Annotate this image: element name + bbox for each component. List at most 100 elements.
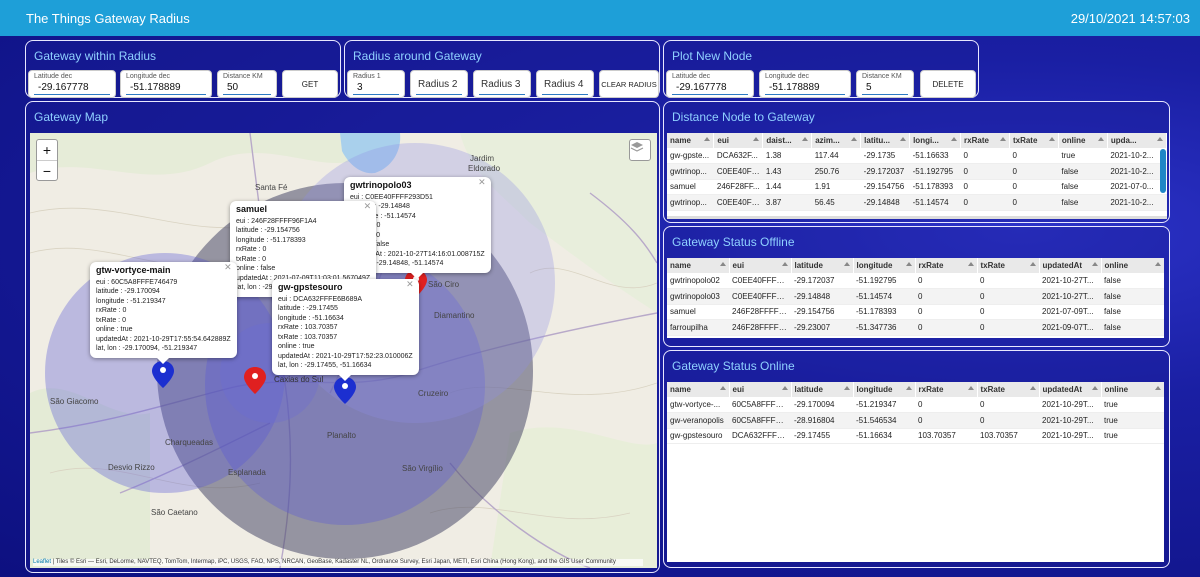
- column-header[interactable]: txRate: [1009, 133, 1059, 148]
- horizontal-scrollbar[interactable]: [667, 216, 1167, 219]
- table-row[interactable]: gwtrinop... C0EE40FF... 1.43 250.76 -29.1720…: [667, 163, 1167, 180]
- table-scrollbar[interactable]: [1160, 149, 1166, 193]
- column-header[interactable]: name: [667, 258, 730, 273]
- layers-control[interactable]: [629, 139, 651, 161]
- column-header[interactable]: longitude: [853, 258, 916, 273]
- node-latitude-field[interactable]: Latitude dec -29.167778: [666, 70, 754, 98]
- column-header[interactable]: online: [1058, 133, 1108, 148]
- table-row[interactable]: samuel 246F28FFFF9... -29.154756 -51.178393…: [667, 304, 1164, 320]
- table-cell: 2021-07-09T...: [1039, 304, 1101, 320]
- column-header[interactable]: updatedAt: [1039, 382, 1102, 397]
- field-label: Radius 1: [353, 73, 381, 80]
- column-header[interactable]: daist...: [762, 133, 813, 148]
- column-header[interactable]: name: [667, 382, 730, 397]
- table-cell: -51.546534: [853, 412, 915, 429]
- table-row[interactable]: gtw-vortyce-... 60C5A8FFFE7... -29.170094-…: [667, 397, 1164, 413]
- table-cell: false: [1058, 179, 1108, 195]
- radius-3-field[interactable]: Radius 3: [473, 70, 531, 98]
- column-header[interactable]: updatedAt: [1039, 258, 1102, 273]
- table-cell: 2021-10-2...: [1107, 194, 1167, 211]
- node-longitude-field[interactable]: Longitude dec -51.178889: [759, 70, 851, 98]
- radius-4-field[interactable]: Radius 4: [536, 70, 594, 98]
- close-icon[interactable]: ✕: [224, 262, 232, 273]
- column-header[interactable]: rxRate: [915, 258, 978, 273]
- popup-gtw-vortyce-main: ✕ gtw-vortyce-main eui : 60C5A8FFFE74647…: [90, 262, 237, 364]
- column-header[interactable]: longi...: [909, 133, 962, 148]
- column-header[interactable]: azim...: [811, 133, 862, 148]
- table-cell: 56.45: [811, 194, 861, 211]
- field-label: Latitude dec: [672, 73, 711, 80]
- table-header-row: name eui latitude longitude rxRate txRate upda…: [667, 382, 1164, 397]
- close-icon[interactable]: ✕: [406, 279, 414, 290]
- radius-2-field[interactable]: Radius 2: [410, 70, 468, 98]
- place-label: São Caetano: [151, 508, 198, 517]
- app-header: The Things Gateway Radius 29/10/2021 14:…: [0, 0, 1200, 36]
- delete-button[interactable]: DELETE: [920, 70, 976, 98]
- place-label: Desvio Rizzo: [108, 463, 155, 472]
- column-header[interactable]: eui: [729, 382, 792, 397]
- table-cell: 103.70357: [915, 428, 977, 444]
- column-header[interactable]: txRate: [977, 258, 1040, 273]
- zoom-out-button[interactable]: −: [37, 160, 57, 180]
- close-icon[interactable]: ✕: [364, 201, 372, 212]
- sort-icon: [1097, 137, 1104, 141]
- gwr-longitude-field[interactable]: Longitude dec -51.178889: [120, 70, 212, 98]
- column-header[interactable]: txRate: [977, 382, 1040, 397]
- place-label: São Virgílio: [402, 464, 443, 473]
- gwr-distance-field[interactable]: Distance KM 50: [217, 70, 277, 98]
- field-value: -51.178889: [130, 82, 181, 93]
- table-row[interactable]: farroupilha 246F28FFFF9... -29.23007 -51.34…: [667, 319, 1164, 336]
- sort-icon: [967, 386, 974, 390]
- column-header[interactable]: rxRate: [915, 382, 978, 397]
- gwr-latitude-field[interactable]: Latitude dec -29.167778: [28, 70, 116, 98]
- column-header[interactable]: longitude: [853, 382, 916, 397]
- table-row[interactable]: samuel 246F28FF... 1.44 1.91 -29.154756 -51.1…: [667, 179, 1167, 195]
- field-placeholder: Radius 2: [418, 79, 458, 90]
- table-row[interactable]: gwtrinop... C0EE40FF... 3.87 56.45 -29.14848…: [667, 194, 1167, 211]
- table-cell: samuel: [667, 304, 729, 320]
- table-cell: 246F28FFFF9...: [729, 304, 791, 320]
- leaflet-link[interactable]: Leaflet: [33, 559, 51, 565]
- table-header-row: name eui daist... azim... latitu... longi... r…: [667, 133, 1167, 148]
- clear-radius-button[interactable]: CLEAR RADIUS: [599, 70, 659, 98]
- column-header[interactable]: eui: [713, 133, 764, 148]
- table-row[interactable]: gwtrinopolo03 C0EE40FFFF2... -29.14848 -51.…: [667, 288, 1164, 305]
- table-cell: 246F28FFFF9...: [729, 319, 791, 336]
- table-cell: -29.170094: [791, 397, 853, 413]
- table-row[interactable]: gw-gpste... DCA632F... 1.38 117.44 -29.1735-…: [667, 148, 1167, 164]
- table-cell: gwtrinopolo03: [667, 288, 729, 305]
- radius-1-field[interactable]: Radius 1 3: [347, 70, 405, 98]
- column-header[interactable]: rxRate: [960, 133, 1010, 148]
- column-header[interactable]: latitude: [791, 258, 854, 273]
- column-header[interactable]: latitude: [791, 382, 854, 397]
- popup-line: latitude : -29.170094: [96, 288, 160, 295]
- table-row[interactable]: gw-veranopolis 60C5A8FFFE7... -28.916804 -5…: [667, 412, 1164, 429]
- sort-icon: [900, 137, 907, 141]
- table-cell: false: [1101, 304, 1164, 320]
- column-header[interactable]: name: [667, 133, 715, 148]
- table-cell: -29.17455: [791, 428, 853, 444]
- popup-line: txRate : 0: [96, 316, 126, 324]
- sort-icon: [802, 137, 809, 141]
- zoom-in-button[interactable]: +: [37, 140, 57, 160]
- column-header[interactable]: eui: [729, 258, 792, 273]
- column-header[interactable]: online: [1101, 382, 1164, 397]
- get-button[interactable]: GET: [282, 70, 338, 98]
- node-distance-field[interactable]: Distance KM 5: [856, 70, 914, 98]
- column-header[interactable]: upda...: [1107, 133, 1167, 148]
- table-cell: C0EE40FF...: [713, 163, 763, 180]
- column-header[interactable]: latitu...: [860, 133, 911, 148]
- table-row[interactable]: gw-gpstesouro DCA632FFFE6... -29.17455 -51.…: [667, 428, 1164, 444]
- distance-node-table: name eui daist... azim... latitu... longi... r…: [667, 133, 1167, 219]
- table-cell: -51.219347: [853, 397, 915, 413]
- gateway-map[interactable]: Jardim Eldorado Santa Fé São Ciro Diaman…: [30, 133, 657, 568]
- table-row[interactable]: gwtrinopolo02 C0EE40FFFF2... -29.172037 -51…: [667, 273, 1164, 289]
- field-placeholder: Radius 3: [481, 79, 521, 90]
- column-header[interactable]: online: [1101, 258, 1164, 273]
- place-label: São Ciro: [428, 280, 460, 289]
- panel-title: Radius around Gateway: [353, 49, 482, 63]
- app-title: The Things Gateway Radius: [26, 10, 190, 26]
- table-cell: 2021-10-27T...: [1039, 273, 1101, 289]
- table-cell: 60C5A8FFFE7...: [729, 412, 791, 429]
- close-icon[interactable]: ✕: [478, 177, 486, 188]
